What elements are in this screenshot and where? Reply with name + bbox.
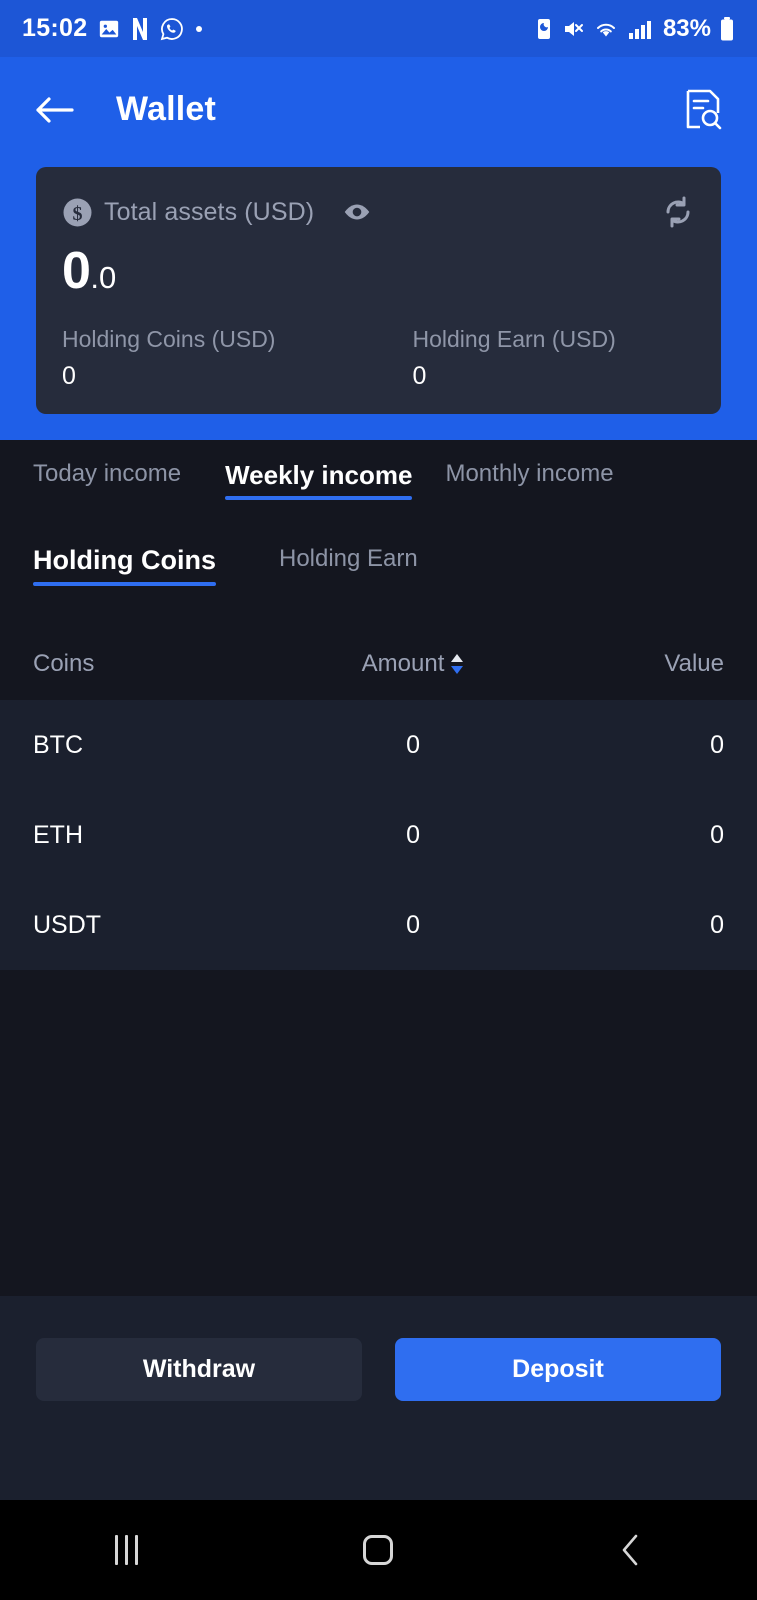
table-header: Coins Amount Value — [0, 640, 757, 688]
cell-coin: ETH — [33, 820, 83, 849]
tab-holding-coins[interactable]: Holding Coins — [33, 545, 216, 586]
battery-saver-icon — [535, 16, 553, 41]
document-search-icon — [686, 89, 722, 129]
battery-icon — [719, 16, 735, 42]
sort-ascending-arrow — [451, 654, 464, 662]
dollar-circle-icon: $ — [62, 197, 93, 228]
column-header-value: Value — [664, 650, 724, 677]
phone-screen: 15:02 83% Wallet $ Total assets (USD) 0 … — [0, 0, 757, 1600]
total-assets-label: Total assets (USD) — [104, 197, 315, 226]
toggle-balance-visibility-button[interactable] — [342, 197, 372, 227]
mute-icon — [561, 17, 585, 41]
holding-sub-tabs: Holding Coins Holding Earn — [0, 545, 757, 586]
holding-earn-label: Holding Earn (USD) — [412, 326, 616, 352]
table-row[interactable]: ETH 0 0 — [0, 790, 757, 880]
column-header-coins: Coins — [33, 650, 95, 677]
status-bar-left: 15:02 — [22, 14, 203, 43]
cell-coin: BTC — [33, 730, 83, 759]
wifi-icon — [593, 18, 619, 40]
withdraw-button[interactable]: Withdraw — [36, 1338, 362, 1401]
signal-icon — [627, 18, 653, 40]
coins-table: BTC 0 0 ETH 0 0 USDT 0 0 — [0, 700, 757, 970]
cell-value: 0 — [710, 730, 724, 759]
back-arrow-icon — [36, 96, 74, 123]
holding-earn-value: 0 — [412, 362, 427, 390]
netflix-icon — [131, 17, 149, 41]
sort-descending-arrow — [451, 666, 464, 674]
balance-decimal: .0 — [90, 260, 117, 295]
refresh-balance-button[interactable] — [661, 195, 695, 229]
home-button[interactable] — [252, 1535, 504, 1565]
dot-icon — [195, 25, 203, 33]
tab-today-income[interactable]: Today income — [33, 460, 181, 497]
gallery-icon — [98, 18, 120, 40]
deposit-button[interactable]: Deposit — [395, 1338, 721, 1401]
cell-amount: 0 — [406, 910, 420, 939]
cell-amount: 0 — [406, 820, 420, 849]
status-bar-right: 83% — [535, 15, 735, 43]
refresh-icon — [666, 196, 690, 228]
status-bar: 15:02 83% — [0, 0, 757, 57]
bottom-action-bar: Withdraw Deposit — [0, 1296, 757, 1500]
android-nav-bar — [0, 1500, 757, 1600]
nav-back-button[interactable] — [505, 1533, 757, 1567]
sort-arrows-icon[interactable] — [451, 653, 464, 675]
tab-monthly-income[interactable]: Monthly income — [445, 460, 613, 497]
whatsapp-icon — [160, 17, 184, 41]
page-title: Wallet — [116, 90, 217, 128]
total-balance: 0 .0 — [62, 241, 695, 301]
transaction-history-button[interactable] — [677, 84, 729, 136]
holding-earn-block: Holding Earn (USD) 0 — [379, 326, 696, 391]
action-buttons: Withdraw Deposit — [0, 1296, 757, 1401]
back-button[interactable] — [28, 84, 80, 136]
cell-coin: USDT — [33, 910, 102, 939]
holding-coins-label: Holding Coins (USD) — [62, 326, 276, 352]
table-row[interactable]: BTC 0 0 — [0, 700, 757, 790]
balance-integer: 0 — [62, 242, 91, 300]
column-header-amount-label: Amount — [361, 650, 445, 677]
app-bar: Wallet — [0, 57, 757, 162]
tab-weekly-income[interactable]: Weekly income — [225, 460, 413, 500]
cell-value: 0 — [710, 820, 724, 849]
wallet-header: Wallet $ Total assets (USD) 0 .0 Holding… — [0, 57, 757, 440]
status-time: 15:02 — [22, 14, 88, 42]
total-assets-card: $ Total assets (USD) 0 .0 Holding Coins … — [36, 167, 721, 414]
eye-icon — [345, 204, 370, 220]
income-period-tabs: Today income Weekly income Monthly incom… — [0, 460, 757, 500]
card-header-row: $ Total assets (USD) — [62, 195, 695, 229]
battery-percent: 83% — [662, 14, 711, 42]
recents-button[interactable] — [0, 1535, 252, 1565]
tab-holding-earn[interactable]: Holding Earn — [279, 545, 418, 583]
nav-back-icon — [622, 1534, 638, 1566]
cell-value: 0 — [710, 910, 724, 939]
column-header-amount[interactable]: Amount — [309, 650, 516, 678]
holding-coins-value: 0 — [62, 362, 76, 390]
table-row[interactable]: USDT 0 0 — [0, 880, 757, 970]
svg-text:$: $ — [73, 203, 83, 225]
home-icon — [363, 1535, 394, 1565]
holding-coins-block: Holding Coins (USD) 0 — [62, 326, 379, 391]
cell-amount: 0 — [406, 730, 420, 759]
recents-icon — [114, 1535, 138, 1565]
holdings-row: Holding Coins (USD) 0 Holding Earn (USD)… — [62, 326, 695, 391]
